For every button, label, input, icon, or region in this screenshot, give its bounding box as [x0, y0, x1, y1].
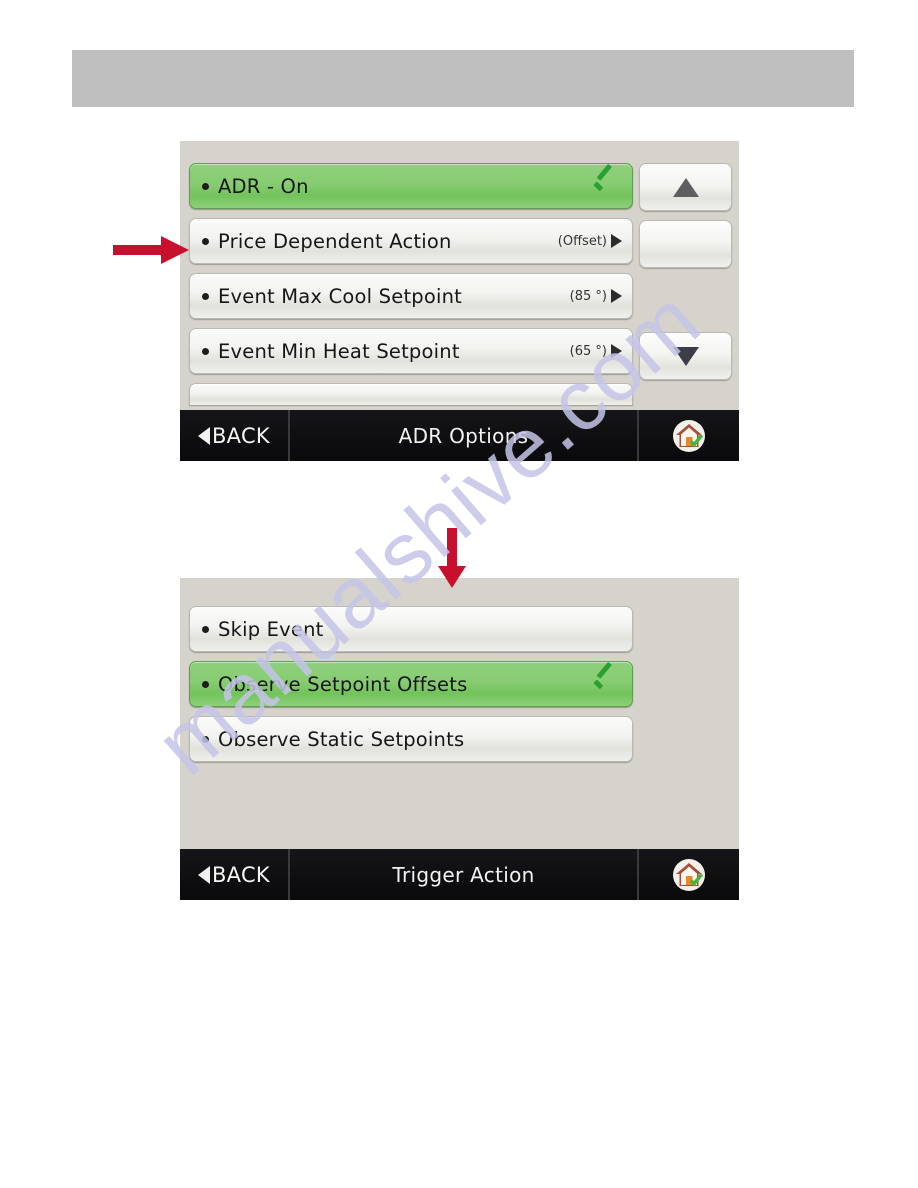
bullet-icon	[202, 182, 209, 190]
list-item-label: Event Min Heat Setpoint	[218, 339, 460, 363]
checkmark-icon	[592, 175, 618, 197]
bullet-icon	[202, 292, 209, 300]
list-item[interactable]: Skip Event	[189, 606, 633, 652]
page-header-bar	[72, 50, 854, 107]
chevron-left-icon	[197, 865, 210, 884]
scroll-blank-button[interactable]	[639, 220, 732, 268]
list-item-label: Skip Event	[218, 617, 324, 641]
screen-body: Skip Event Observe Setpoint Offsets Obse…	[180, 578, 739, 848]
scroll-spacer	[639, 277, 732, 323]
annotation-arrow-right	[113, 234, 189, 266]
screen-body: ADR - On Price Dependent Action (Offset)…	[180, 141, 739, 410]
chevron-right-icon	[611, 289, 622, 303]
list-item-label: ADR - On	[218, 174, 309, 198]
list-item[interactable]: Observe Static Setpoints	[189, 716, 633, 762]
list-item-label: Price Dependent Action	[218, 229, 452, 253]
scroll-button-column	[639, 163, 732, 389]
list-item-value: (65 °)	[569, 343, 607, 359]
thermostat-screen-adr-options: ADR - On Price Dependent Action (Offset)…	[180, 141, 739, 461]
triangle-up-icon	[672, 177, 699, 197]
bullet-icon	[202, 735, 209, 743]
home-icon	[672, 419, 706, 452]
scroll-up-button[interactable]	[639, 163, 732, 211]
option-list: ADR - On Price Dependent Action (Offset)…	[189, 163, 633, 405]
screen-title: Trigger Action	[290, 849, 639, 900]
list-item[interactable]: Event Max Cool Setpoint (85 °)	[189, 273, 633, 319]
back-button[interactable]: BACK	[180, 410, 290, 461]
option-list: Skip Event Observe Setpoint Offsets Obse…	[189, 606, 633, 771]
back-button-label: BACK	[211, 423, 271, 448]
list-item[interactable]: Observe Setpoint Offsets	[189, 661, 633, 707]
chevron-right-icon	[611, 234, 622, 248]
scroll-down-button[interactable]	[639, 332, 732, 380]
bullet-icon	[202, 680, 209, 688]
home-icon	[672, 858, 706, 891]
bullet-icon	[202, 237, 209, 245]
list-item-label: Observe Static Setpoints	[218, 727, 465, 751]
list-item[interactable]: Event Min Heat Setpoint (65 °)	[189, 328, 633, 374]
home-button[interactable]	[639, 410, 739, 461]
chevron-left-icon	[197, 426, 210, 445]
chevron-right-icon	[611, 344, 622, 358]
thermostat-screen-trigger-action: Skip Event Observe Setpoint Offsets Obse…	[180, 578, 739, 900]
bottom-navigation-bar: BACK ADR Options	[180, 410, 739, 461]
back-button[interactable]: BACK	[180, 849, 290, 900]
list-item-partial[interactable]	[189, 383, 633, 405]
bullet-icon	[202, 347, 209, 355]
list-item-label: Observe Setpoint Offsets	[218, 672, 468, 696]
list-item-label: Event Max Cool Setpoint	[218, 284, 463, 308]
bottom-navigation-bar: BACK Trigger Action	[180, 849, 739, 900]
screen-title: ADR Options	[290, 410, 639, 461]
annotation-arrow-down	[436, 528, 468, 588]
triangle-down-icon	[672, 346, 699, 366]
list-item[interactable]: Price Dependent Action (Offset)	[189, 218, 633, 264]
back-button-label: BACK	[211, 862, 271, 887]
list-item[interactable]: ADR - On	[189, 163, 633, 209]
list-item-value: (85 °)	[569, 288, 607, 304]
bullet-icon	[202, 625, 209, 633]
home-button[interactable]	[639, 849, 739, 900]
list-item-value: (Offset)	[557, 233, 607, 249]
checkmark-icon	[592, 673, 618, 695]
